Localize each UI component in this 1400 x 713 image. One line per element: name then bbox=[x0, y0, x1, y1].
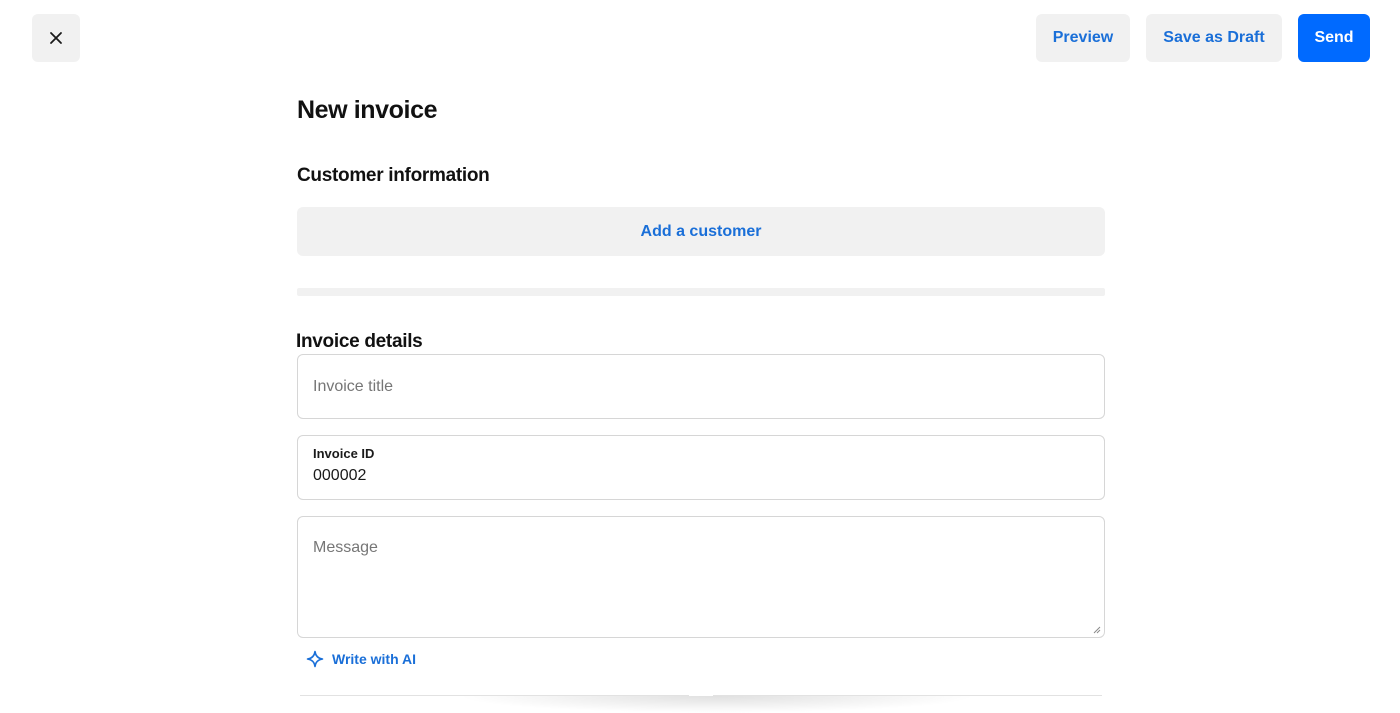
sparkle-icon bbox=[306, 650, 324, 668]
close-icon bbox=[50, 32, 62, 44]
invoice-details-heading: Invoice details bbox=[296, 331, 423, 352]
write-with-ai-label: Write with AI bbox=[332, 651, 416, 667]
invoice-title-field bbox=[297, 354, 1105, 419]
message-field bbox=[297, 516, 1105, 638]
section-divider bbox=[297, 288, 1105, 296]
write-with-ai-button[interactable]: Write with AI bbox=[306, 650, 416, 668]
invoice-title-input[interactable] bbox=[298, 355, 1104, 418]
customer-information-heading: Customer information bbox=[297, 165, 490, 186]
page-title: New invoice bbox=[297, 96, 438, 124]
invoice-id-label: Invoice ID bbox=[313, 446, 375, 461]
top-actions: Preview Save as Draft Send bbox=[1036, 14, 1370, 62]
add-customer-button[interactable]: Add a customer bbox=[297, 207, 1105, 256]
save-as-draft-button[interactable]: Save as Draft bbox=[1146, 14, 1282, 62]
invoice-id-field[interactable]: Invoice ID 000002 bbox=[297, 435, 1105, 500]
close-button[interactable] bbox=[32, 14, 80, 62]
resize-grip-icon[interactable] bbox=[1093, 626, 1101, 634]
message-input[interactable] bbox=[298, 517, 1104, 637]
invoice-id-value: 000002 bbox=[313, 467, 367, 484]
send-button[interactable]: Send bbox=[1298, 14, 1370, 62]
bottom-shadow bbox=[457, 696, 977, 713]
preview-button[interactable]: Preview bbox=[1036, 14, 1130, 62]
